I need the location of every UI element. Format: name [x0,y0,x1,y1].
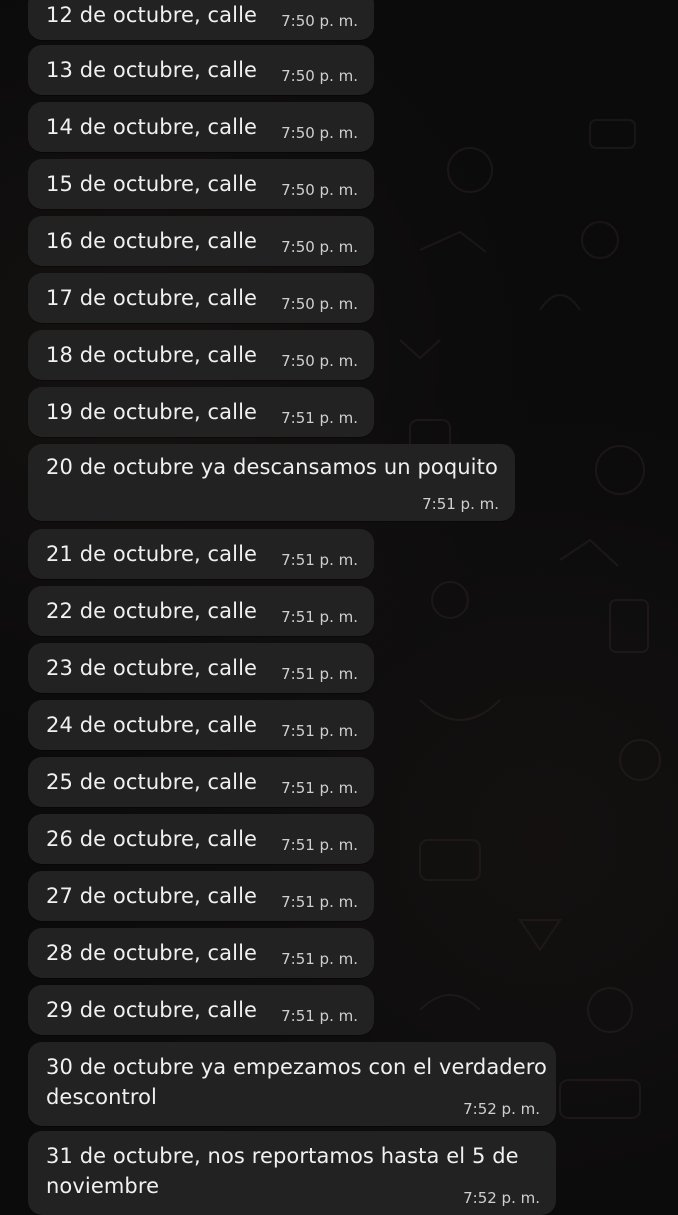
message-time: 7:51 p. m. [281,779,358,797]
message-bubble[interactable]: 22 de octubre, calle 7:51 p. m. [28,586,374,636]
message-text: 29 de octubre, calle [46,998,258,1022]
message-time: 7:50 p. m. [281,238,358,256]
message-text: 15 de octubre, calle [46,172,258,196]
message-time: 7:50 p. m. [281,12,358,30]
message-bubble[interactable]: 18 de octubre, calle 7:50 p. m. [28,330,374,380]
message-text: 24 de octubre, calle [46,713,258,737]
message-time: 7:52 p. m. [463,1189,540,1207]
message-bubble[interactable]: 28 de octubre, calle 7:51 p. m. [28,928,374,978]
message-bubble[interactable]: 17 de octubre, calle 7:50 p. m. [28,273,374,323]
message-time: 7:51 p. m. [281,950,358,968]
message-text: 16 de octubre, calle [46,229,258,253]
message-bubble[interactable]: 15 de octubre, calle 7:50 p. m. [28,159,374,209]
message-time: 7:50 p. m. [281,181,358,199]
message-bubble[interactable]: 25 de octubre, calle 7:51 p. m. [28,757,374,807]
message-time: 7:51 p. m. [281,551,358,569]
message-time: 7:51 p. m. [281,722,358,740]
message-text: 23 de octubre, calle [46,656,258,680]
message-time: 7:51 p. m. [281,665,358,683]
message-text: 18 de octubre, calle [46,343,258,367]
message-bubble[interactable]: 27 de octubre, calle 7:51 p. m. [28,871,374,921]
message-bubble[interactable]: 26 de octubre, calle 7:51 p. m. [28,814,374,864]
message-time: 7:51 p. m. [281,1007,358,1025]
message-bubble[interactable]: 12 de octubre, calle 7:50 p. m. [28,0,374,40]
message-time: 7:51 p. m. [281,836,358,854]
message-bubble[interactable]: 31 de octubre, nos reportamos hasta el 5… [28,1131,556,1215]
message-bubble[interactable]: 13 de octubre, calle 7:50 p. m. [28,45,374,95]
chat-message-list: 12 de octubre, calle 7:50 p. m. 13 de oc… [0,0,678,1215]
message-text: 17 de octubre, calle [46,286,258,310]
message-time: 7:50 p. m. [281,124,358,142]
message-bubble[interactable]: 14 de octubre, calle 7:50 p. m. [28,102,374,152]
message-time: 7:51 p. m. [422,495,499,513]
message-text: 25 de octubre, calle [46,770,258,794]
message-bubble[interactable]: 30 de octubre ya empezamos con el verdad… [28,1042,556,1126]
message-text: 19 de octubre, calle [46,400,258,424]
message-text: 27 de octubre, calle [46,884,258,908]
message-time: 7:52 p. m. [463,1100,540,1118]
message-bubble[interactable]: 29 de octubre, calle 7:51 p. m. [28,985,374,1035]
message-text: 26 de octubre, calle [46,827,258,851]
message-text: 21 de octubre, calle [46,542,258,566]
message-time: 7:51 p. m. [281,893,358,911]
message-time: 7:50 p. m. [281,352,358,370]
message-bubble[interactable]: 19 de octubre, calle 7:51 p. m. [28,387,374,437]
message-time: 7:50 p. m. [281,295,358,313]
message-time: 7:51 p. m. [281,608,358,626]
message-text: 14 de octubre, calle [46,115,258,139]
message-bubble[interactable]: 20 de octubre ya descansamos un poquito … [28,444,515,521]
message-time: 7:50 p. m. [281,67,358,85]
message-text: 13 de octubre, calle [46,58,258,82]
message-time: 7:51 p. m. [281,409,358,427]
message-bubble[interactable]: 24 de octubre, calle 7:51 p. m. [28,700,374,750]
message-text: 12 de octubre, calle [46,3,258,27]
message-text: 20 de octubre ya descansamos un poquito [46,455,498,479]
message-text: 28 de octubre, calle [46,941,258,965]
message-bubble[interactable]: 23 de octubre, calle 7:51 p. m. [28,643,374,693]
message-bubble[interactable]: 16 de octubre, calle 7:50 p. m. [28,216,374,266]
message-text: 22 de octubre, calle [46,599,258,623]
message-bubble[interactable]: 21 de octubre, calle 7:51 p. m. [28,529,374,579]
